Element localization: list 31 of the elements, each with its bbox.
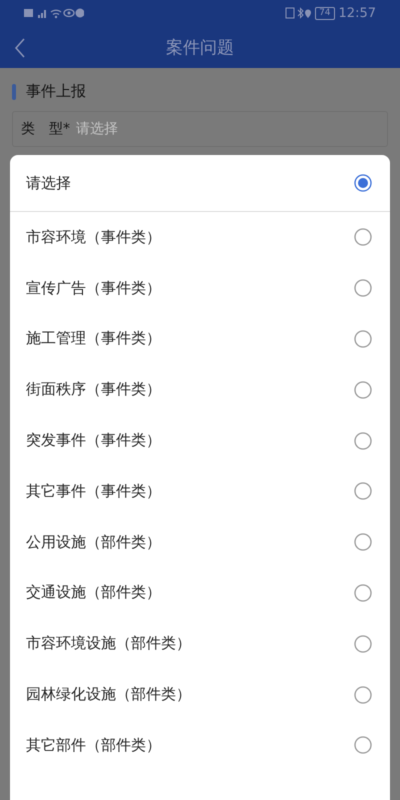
clock: 12:57 xyxy=(338,6,376,20)
radio-button[interactable] xyxy=(354,279,372,298)
radio-button[interactable] xyxy=(354,482,372,500)
radio-button[interactable] xyxy=(354,533,372,552)
section-title: 事件上报 xyxy=(26,82,86,101)
option-label[interactable]: 市容环境（事件类） xyxy=(26,228,161,247)
option-label[interactable]: 市容环境设施（部件类） xyxy=(26,634,191,654)
radio-button[interactable] xyxy=(354,736,372,754)
option-label[interactable]: 园林绿化设施（部件类） xyxy=(26,685,191,704)
radio-button[interactable] xyxy=(354,380,372,399)
option-label[interactable]: 公用设施（部件类） xyxy=(26,532,161,552)
radio-button[interactable] xyxy=(354,330,372,348)
radio-button[interactable] xyxy=(354,634,372,653)
option-label[interactable]: 宣传广告（事件类） xyxy=(26,278,161,298)
back-icon[interactable] xyxy=(14,38,26,58)
option-label[interactable]: 交通设施（部件类） xyxy=(26,583,161,602)
page-title: 案件问题 xyxy=(166,36,234,58)
radio-button[interactable] xyxy=(354,686,372,704)
option-label[interactable]: 其它事件（事件类） xyxy=(26,482,161,501)
option-label[interactable]: 街面秩序（事件类） xyxy=(26,380,161,400)
section-marker xyxy=(12,84,16,100)
radio-button[interactable] xyxy=(354,584,372,602)
radio-button[interactable] xyxy=(354,228,372,246)
battery-level: 74 xyxy=(315,6,335,20)
option-label[interactable]: 请选择 xyxy=(26,174,71,192)
radio-button[interactable] xyxy=(354,174,372,192)
option-label[interactable]: 突发事件（事件类） xyxy=(26,431,161,450)
type-field[interactable]: 类 型* 请选择 xyxy=(12,111,388,147)
option-label[interactable]: 其它部件（部件类） xyxy=(26,736,161,755)
option-label[interactable]: 施工管理（事件类） xyxy=(26,329,161,348)
radio-button[interactable] xyxy=(354,432,372,450)
